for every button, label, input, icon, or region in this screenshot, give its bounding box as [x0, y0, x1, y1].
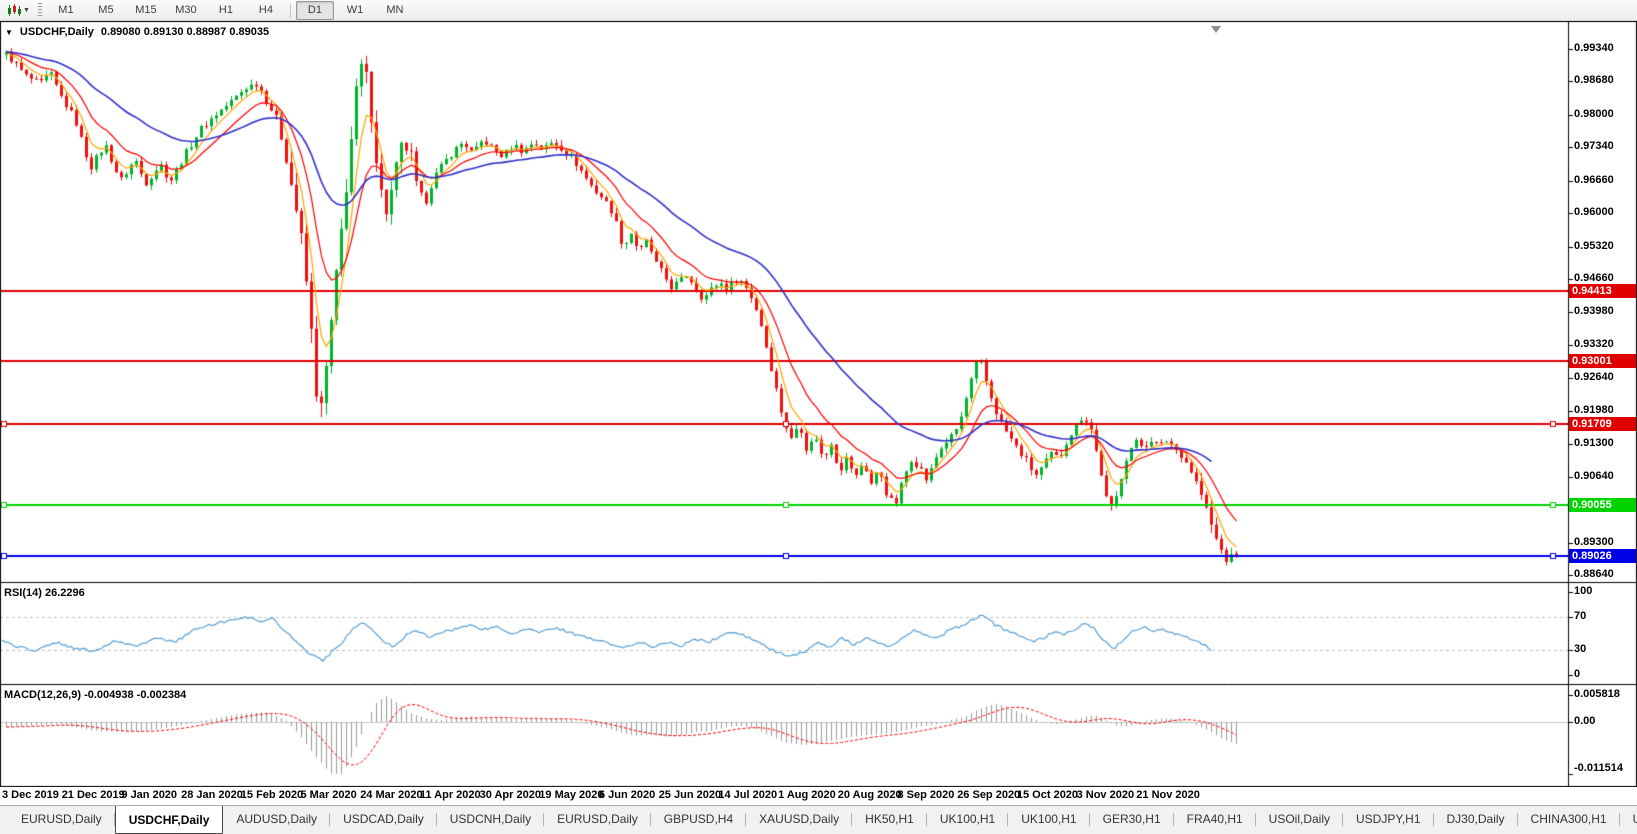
tab-xauusd-daily[interactable]: XAUUSD,Daily [746, 806, 852, 834]
price-axis-label: 0.91300 [1574, 437, 1614, 449]
tab-eurusd-daily[interactable]: EURUSD,Daily [544, 806, 651, 834]
date-label: 19 May 2020 [539, 789, 603, 801]
chart-ohlc-values: 0.89080 0.89130 0.88987 0.89035 [101, 26, 269, 38]
date-label: 11 Apr 2020 [420, 789, 481, 801]
date-label: 5 Mar 2020 [301, 789, 357, 801]
tab-hk50-h1[interactable]: HK50,H1 [852, 806, 927, 834]
timeframe-button-m15[interactable]: M15 [127, 1, 165, 20]
tab-usdcnh-daily[interactable]: USDCNH,Daily [437, 806, 544, 834]
price-axis-label: 0.97340 [1574, 140, 1614, 152]
price-axis-label: 0.93980 [1574, 305, 1614, 317]
tab-usoil-daily[interactable]: USOil,Daily [1256, 806, 1343, 834]
timeframe-button-d1[interactable]: D1 [296, 1, 334, 20]
price-chart-canvas[interactable] [0, 21, 1637, 787]
price-axis-label: 0.98680 [1574, 74, 1614, 86]
tab-uk100-h1[interactable]: UK100,H1 [927, 806, 1008, 834]
date-label: 25 Jun 2020 [659, 789, 721, 801]
chart-tab-bar: EURUSD,DailyUSDCHF,DailyAUDUSD,DailyUSDC… [0, 805, 1637, 834]
tab-usoil-h1[interactable]: USOil,H1 [1620, 806, 1637, 834]
date-label: 15 Oct 2020 [1017, 789, 1078, 801]
hline-price-badge: 0.91709 [1569, 417, 1636, 431]
price-axis-label: 0.92640 [1574, 371, 1614, 383]
tab-dj30-daily[interactable]: DJ30,Daily [1434, 806, 1518, 834]
tab-usdchf-daily[interactable]: USDCHF,Daily [115, 805, 224, 834]
date-label: 30 Apr 2020 [480, 789, 541, 801]
macd-indicator-label: MACD(12,26,9) -0.004938 -0.002384 [4, 689, 186, 701]
chart-title: ▼ USDCHF,Daily 0.89080 0.89130 0.88987 0… [5, 26, 269, 38]
one-click-trading-toggle[interactable]: ▼ [5, 28, 13, 37]
rsi-axis-label: 30 [1574, 643, 1586, 655]
price-axis-label: 0.96660 [1574, 174, 1614, 186]
date-label: 20 Aug 2020 [838, 789, 902, 801]
price-axis-label: 0.90640 [1574, 470, 1614, 482]
price-axis-label: 0.88640 [1574, 568, 1614, 580]
date-label: 21 Dec 2019 [62, 789, 125, 801]
date-label: 1 Aug 2020 [778, 789, 836, 801]
date-label: 3 Dec 2019 [2, 789, 59, 801]
hline-price-badge: 0.93001 [1569, 354, 1636, 368]
macd-axis-label: 0.005818 [1574, 688, 1620, 700]
tab-ger30-h1[interactable]: GER30,H1 [1090, 806, 1174, 834]
tab-audusd-daily[interactable]: AUDUSD,Daily [223, 806, 330, 834]
date-label: 28 Jan 2020 [181, 789, 243, 801]
macd-axis-label: 0.00 [1574, 715, 1595, 727]
tab-gbpusd-h4[interactable]: GBPUSD,H4 [651, 806, 746, 834]
date-label: 3 Nov 2020 [1077, 789, 1134, 801]
price-axis-label: 0.94660 [1574, 272, 1614, 284]
price-axis-label: 0.99340 [1574, 42, 1614, 54]
rsi-axis-label: 100 [1574, 585, 1592, 597]
price-axis-label: 0.95320 [1574, 240, 1614, 252]
timeframe-button-m5[interactable]: M5 [87, 1, 125, 20]
price-axis-label: 0.91980 [1574, 404, 1614, 416]
rsi-axis-label: 70 [1574, 610, 1586, 622]
top-toolbar: ▼ M1M5M15M30H1H4 D1W1MN [0, 0, 1637, 21]
date-axis[interactable]: 3 Dec 201921 Dec 20199 Jan 2020 28 Jan 20… [0, 787, 1637, 805]
tab-china300-h1[interactable]: CHINA300,H1 [1518, 806, 1620, 834]
hline-price-badge: 0.90055 [1569, 498, 1636, 512]
chart-type-button[interactable]: ▼ [3, 1, 34, 20]
date-label: 8 Sep 2020 [898, 789, 955, 801]
price-axis-label: 0.96000 [1574, 206, 1614, 218]
tab-usdjpy-h1[interactable]: USDJPY,H1 [1343, 806, 1433, 834]
hline-price-badge: 0.94413 [1569, 284, 1636, 298]
tab-uk100-h1[interactable]: UK100,H1 [1008, 806, 1089, 834]
date-label: 21 Nov 2020 [1136, 789, 1200, 801]
dropdown-caret-icon: ▼ [23, 1, 30, 20]
date-label: 26 Sep 2020 [957, 789, 1020, 801]
toolbar-divider [290, 3, 291, 18]
chart-type-icon [7, 4, 21, 17]
tab-eurusd-daily[interactable]: EURUSD,Daily [8, 806, 115, 834]
date-label: 9 Jan 2020 [121, 789, 177, 801]
timeframe-button-m30[interactable]: M30 [167, 1, 205, 20]
tab-fra40-h1[interactable]: FRA40,H1 [1174, 806, 1256, 834]
toolbar-grip-handle[interactable] [38, 3, 42, 17]
date-label: 6 Jun 2020 [599, 789, 655, 801]
timeframe-buttons: M1M5M15M30H1H4 D1W1MN [46, 1, 415, 20]
price-axis-label: 0.93320 [1574, 338, 1614, 350]
date-label: 15 Feb 2020 [241, 789, 303, 801]
hline-price-badge: 0.89026 [1569, 549, 1636, 563]
rsi-axis-label: 0 [1574, 668, 1580, 680]
timeframe-button-h4[interactable]: H4 [247, 1, 285, 20]
chart-window: ▼ USDCHF,Daily 0.89080 0.89130 0.88987 0… [0, 21, 1637, 787]
timeframe-button-h1[interactable]: H1 [207, 1, 245, 20]
rsi-indicator-label: RSI(14) 26.2296 [4, 587, 85, 599]
chart-shift-marker[interactable] [1211, 26, 1221, 33]
timeframe-button-m1[interactable]: M1 [47, 1, 85, 20]
date-label: 24 Mar 2020 [360, 789, 422, 801]
date-label: 14 Jul 2020 [718, 789, 777, 801]
price-axis-label: 0.89300 [1574, 536, 1614, 548]
price-axis-label: 0.98000 [1574, 108, 1614, 120]
timeframe-button-mn[interactable]: MN [376, 1, 414, 20]
chart-symbol-period: USDCHF,Daily [20, 26, 94, 38]
tab-usdcad-daily[interactable]: USDCAD,Daily [330, 806, 437, 834]
macd-axis-label: -0.011514 [1574, 762, 1623, 774]
timeframe-button-w1[interactable]: W1 [336, 1, 374, 20]
